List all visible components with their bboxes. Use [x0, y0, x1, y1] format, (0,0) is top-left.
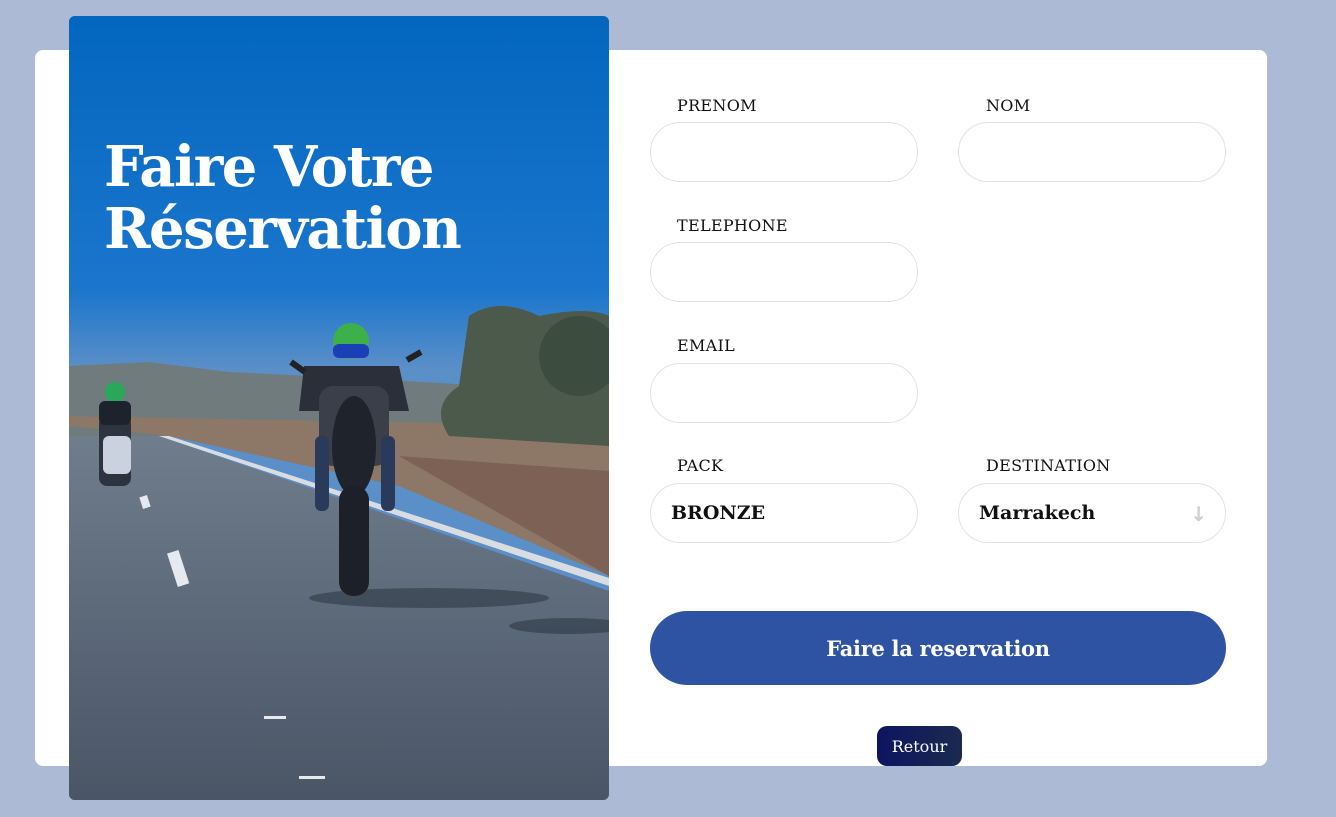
- destination-label: DESTINATION: [986, 456, 1111, 475]
- prenom-input[interactable]: [650, 122, 918, 182]
- telephone-input[interactable]: [650, 242, 918, 302]
- nom-label: NOM: [986, 96, 1031, 115]
- telephone-label: TELEPHONE: [677, 216, 788, 235]
- pack-select[interactable]: BRONZE: [650, 483, 918, 543]
- pack-value: BRONZE: [671, 502, 766, 524]
- nom-input[interactable]: [958, 122, 1226, 182]
- destination-value: Marrakech: [979, 502, 1096, 524]
- destination-select[interactable]: Marrakech ↓: [958, 483, 1226, 543]
- arrow-down-icon: ↓: [1190, 502, 1207, 526]
- hero-title: Faire Votre Réservation: [104, 134, 462, 262]
- hero-title-line2: Réservation: [104, 196, 462, 262]
- hero-image-panel: Faire Votre Réservation: [69, 16, 609, 800]
- email-label: EMAIL: [677, 336, 736, 355]
- submit-reservation-button[interactable]: Faire la reservation: [650, 611, 1226, 685]
- email-input[interactable]: [650, 363, 918, 423]
- pack-label: PACK: [677, 456, 724, 475]
- back-button[interactable]: Retour: [877, 726, 962, 766]
- prenom-label: PRENOM: [677, 96, 757, 115]
- hero-title-line1: Faire Votre: [104, 134, 435, 200]
